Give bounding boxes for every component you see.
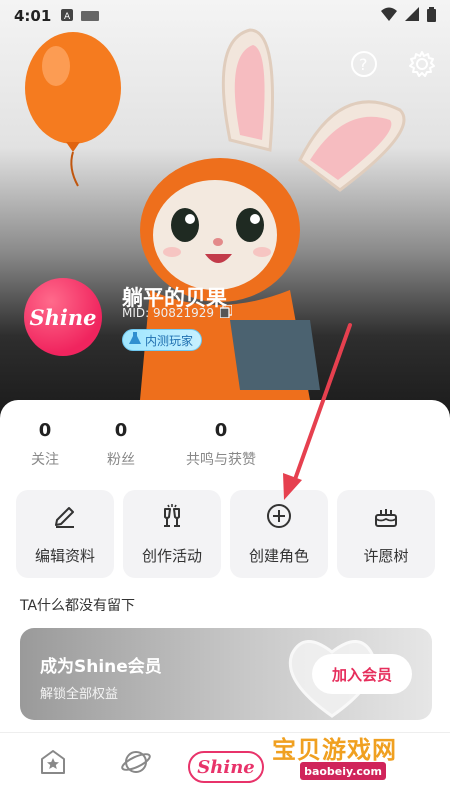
action-grid: 编辑资料 创作活动 创建角色 许愿树 bbox=[16, 490, 436, 578]
help-icon[interactable]: ? bbox=[350, 50, 378, 78]
avatar[interactable]: Shine bbox=[24, 278, 102, 356]
vip-subtitle: 解锁全部权益 bbox=[40, 687, 119, 702]
tab-home-star-icon[interactable] bbox=[38, 747, 68, 781]
stat-value: 0 bbox=[214, 420, 228, 441]
profile-header: 4:01 A ? Shine 躺平的贝果 MID: 90821929 内测玩家 bbox=[0, 0, 450, 420]
notification-a-icon: A bbox=[61, 7, 74, 25]
action-label: 创作活动 bbox=[141, 546, 202, 565]
status-bar: 4:01 A bbox=[0, 0, 450, 32]
wish-tree-button[interactable]: 许愿树 bbox=[337, 490, 435, 578]
pencil-icon bbox=[52, 503, 78, 533]
vip-title: 成为Shine会员 bbox=[40, 657, 162, 677]
stat-followers[interactable]: 0 粉丝 bbox=[98, 420, 144, 469]
svg-text:?: ? bbox=[359, 55, 368, 74]
create-character-button[interactable]: 创建角色 bbox=[230, 490, 328, 578]
beta-tester-badge: 内测玩家 bbox=[122, 329, 203, 351]
stat-value: 0 bbox=[114, 420, 128, 441]
action-label: 许愿树 bbox=[363, 546, 409, 565]
creation-activity-button[interactable]: 创作活动 bbox=[123, 490, 221, 578]
plus-circle-icon bbox=[266, 503, 292, 533]
stat-label: 共鸣与获赞 bbox=[186, 452, 256, 468]
stat-label: 粉丝 bbox=[107, 452, 135, 468]
tab-shine[interactable]: Shine bbox=[188, 751, 264, 783]
empty-state-text: TA什么都没有留下 bbox=[20, 598, 136, 614]
stat-value: 0 bbox=[38, 420, 52, 441]
action-label: 编辑资料 bbox=[34, 546, 95, 565]
status-time: 4:01 bbox=[14, 7, 52, 25]
cheers-icon bbox=[159, 503, 185, 533]
badge-label: 内测玩家 bbox=[145, 333, 194, 348]
copy-icon[interactable] bbox=[219, 304, 233, 321]
stat-following[interactable]: 0 关注 bbox=[22, 420, 68, 469]
settings-gear-icon[interactable] bbox=[408, 50, 436, 78]
stat-label: 关注 bbox=[31, 452, 59, 468]
battery-icon bbox=[427, 6, 436, 26]
stat-resonance-likes[interactable]: 0 共鸣与获赞 bbox=[176, 420, 266, 469]
member-id: MID: 90821929 bbox=[122, 304, 233, 321]
edit-profile-button[interactable]: 编辑资料 bbox=[16, 490, 114, 578]
bunny-illustration bbox=[140, 28, 406, 400]
watermark-url: baobeiy.com bbox=[300, 762, 386, 780]
vip-banner[interactable]: 成为Shine会员 解锁全部权益 加入会员 bbox=[20, 628, 432, 720]
member-id-text: MID: 90821929 bbox=[122, 306, 215, 320]
svg-text:A: A bbox=[64, 12, 71, 21]
flask-icon bbox=[129, 332, 141, 348]
join-vip-button[interactable]: 加入会员 bbox=[312, 654, 412, 694]
keyboard-icon bbox=[81, 7, 100, 25]
avatar-text: Shine bbox=[29, 304, 97, 330]
cake-icon bbox=[373, 503, 399, 533]
watermark-title: 宝贝游戏网 bbox=[272, 736, 397, 764]
wifi-icon bbox=[381, 7, 397, 25]
action-label: 创建角色 bbox=[248, 546, 309, 565]
signal-icon bbox=[405, 7, 419, 25]
tab-planet-icon[interactable] bbox=[120, 747, 152, 781]
